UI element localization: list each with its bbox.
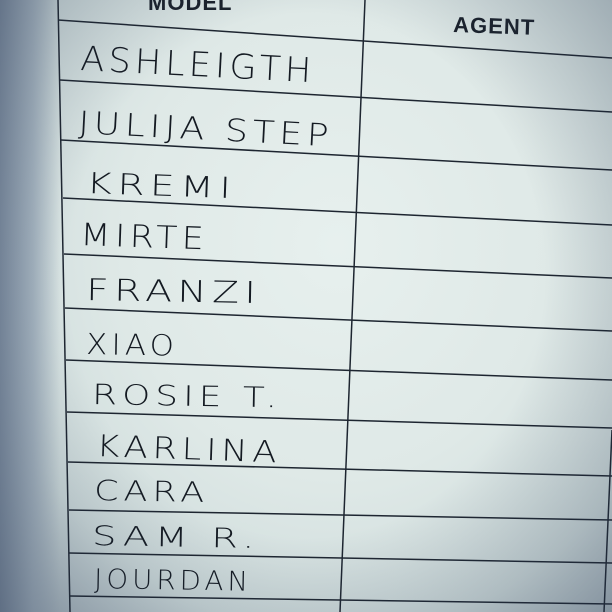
- model-name: KARLINA: [96, 429, 282, 470]
- model-name: XIAO: [86, 327, 179, 363]
- row-line: [66, 411, 612, 429]
- table-left-border: [57, 0, 71, 612]
- table-right-border: [603, 429, 612, 612]
- model-name: SAM R.: [92, 521, 261, 555]
- row-line: [59, 79, 612, 113]
- row-line: [68, 552, 612, 564]
- row-line: [68, 509, 612, 521]
- model-name: JULIJA STEP: [78, 105, 335, 154]
- model-name: CARA: [94, 474, 210, 509]
- row-line: [65, 359, 612, 381]
- sign-in-sheet: MODEL AGENT ASHLEIGTH JULIJA STEP KREMI …: [57, 0, 612, 612]
- model-name: KREMI: [86, 166, 237, 205]
- row-line: [60, 139, 612, 171]
- sign-in-sheet-photo: MODEL AGENT ASHLEIGTH JULIJA STEP KREMI …: [0, 0, 612, 612]
- column-divider: [339, 0, 366, 612]
- model-name: MIRTE: [80, 217, 209, 257]
- agent-column-header: AGENT: [453, 12, 536, 40]
- model-name: ROSIE T.: [92, 378, 283, 414]
- model-name: FRANZI: [86, 273, 262, 311]
- model-name: JOURDAN: [94, 564, 253, 598]
- model-column-header: MODEL: [148, 0, 232, 15]
